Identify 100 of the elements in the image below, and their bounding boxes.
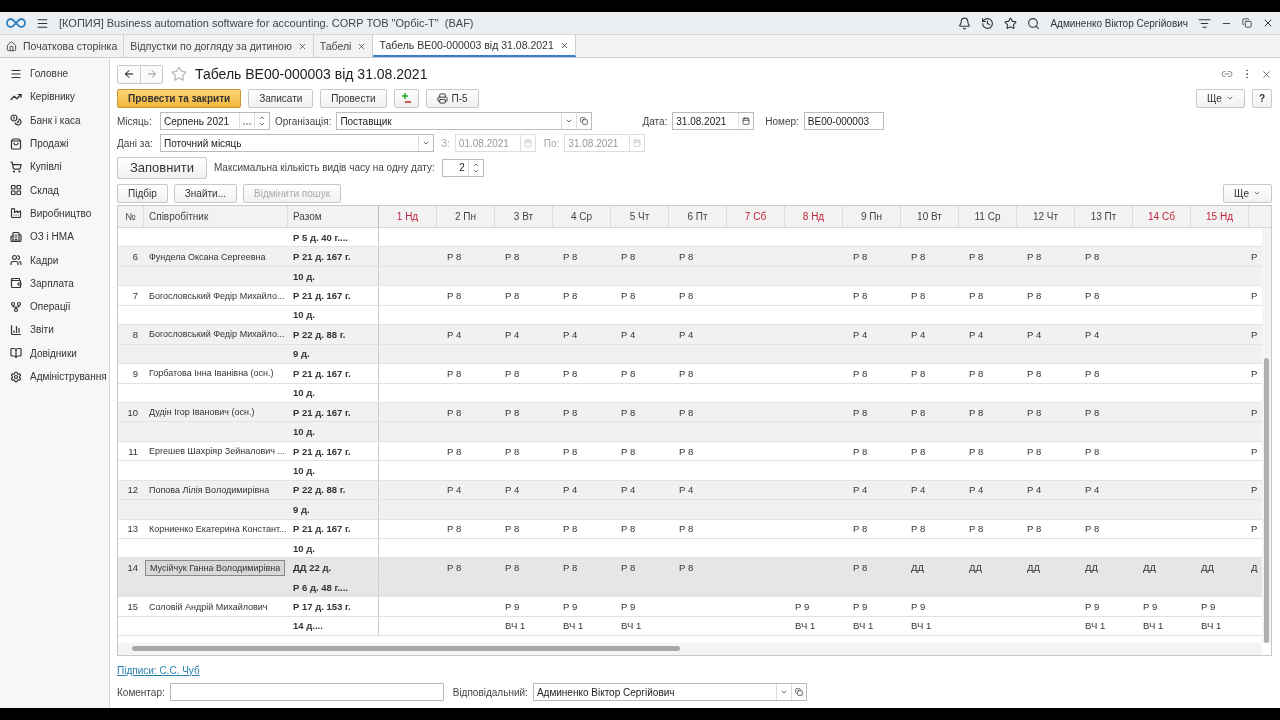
period-label: Дані за: (117, 137, 154, 149)
number-label: Номер: (765, 115, 799, 127)
sidebar-item[interactable]: Керівнику (0, 85, 109, 109)
dropdown-icon[interactable] (565, 117, 574, 125)
table-row[interactable]: 13 Корниенко Екатерина Констант... Р 21 д. 167 г. Р 8 Р 8 Р 8 Р 8 Р 8 Р 8 Р 8 Р 8 Р 8 Р 8 Р (118, 519, 1262, 539)
branch-icon (10, 300, 22, 313)
sidebar-item[interactable]: Виробництво (0, 201, 109, 226)
table-cell: Р 8 (679, 290, 694, 302)
star-icon[interactable] (1004, 16, 1018, 30)
calendar-icon[interactable] (742, 117, 751, 125)
table-row[interactable]: 6 Фундела Оксана Сергеевна Р 21 д. 167 г. Р 8 Р 8 Р 8 Р 8 Р 8 Р 8 Р 8 Р 8 Р 8 Р 8 Р (118, 247, 1262, 267)
table-cell: Р (1251, 523, 1258, 535)
back-button[interactable] (118, 65, 140, 83)
star-icon[interactable] (171, 66, 187, 82)
day-header: 11 Ср (959, 206, 1017, 227)
tab[interactable]: Відпустки по догляду за дитиною (124, 35, 314, 57)
from-field: 01.08.2021 (454, 134, 536, 152)
table-cell: Р 4 (1085, 328, 1100, 340)
sidebar-item[interactable]: Головне (0, 62, 109, 86)
total-cell: Р 22 д. 88 г. (293, 328, 346, 340)
help-button[interactable]: ? (1251, 88, 1272, 108)
more-button[interactable]: Ще (1223, 183, 1272, 203)
caret-icon (1253, 189, 1261, 197)
link-icon[interactable] (1221, 68, 1233, 80)
table-cell: Д (1251, 562, 1258, 574)
sidebar-item[interactable]: Довідники (0, 341, 109, 365)
sidebar-item[interactable]: Операції (0, 294, 109, 319)
table-cell: Р 8 (505, 290, 520, 302)
horizontal-scrollbar[interactable] (118, 643, 1262, 655)
toolbar-button[interactable]: Провести (320, 88, 387, 108)
table-cell: Р 4 (911, 328, 926, 340)
table-row[interactable]: 8 Богословський Федір Михайло... Р 22 д. 88 г. Р 4 Р 4 Р 4 Р 4 Р 4 Р 4 Р 4 Р 4 Р 4 Р 4 Р (118, 325, 1262, 345)
table-cell: Р (1251, 406, 1258, 418)
sidebar-item[interactable]: Кадри (0, 248, 109, 272)
table-cell: Р 8 (447, 290, 462, 302)
total-cell: 10 д. (293, 542, 315, 554)
organization-field[interactable]: Поставщик (336, 112, 593, 130)
bell-icon[interactable] (958, 16, 972, 30)
sidebar-item[interactable]: Склад (0, 178, 109, 202)
date-field[interactable]: 31.08.2021 (672, 112, 755, 130)
filter-icon[interactable] (1198, 16, 1211, 30)
table-row[interactable]: 12 Попова Лілія Володимирівна Р 22 д. 88 г. Р 4 Р 4 Р 4 Р 4 Р 4 Р 4 Р 4 Р 4 Р 4 Р 4 Р (118, 480, 1262, 501)
print-button[interactable]: П-5 (425, 88, 479, 108)
tab[interactable]: Початкова сторінка (0, 35, 125, 57)
table-row[interactable]: 15 Соловій Андрій Михайлович Р 17 д. 153 г. Р 9 Р 9 Р 9 Р 9 Р 9 Р 9 Р 9 Р 9 Р 9 (118, 597, 1262, 617)
dropdown-icon[interactable] (422, 139, 430, 147)
signatures-link[interactable]: Підписи: С.С. Чуб (117, 664, 200, 676)
column-header: № (118, 206, 144, 227)
table-cell: Р 8 (1085, 290, 1100, 302)
close-icon[interactable] (1262, 17, 1274, 29)
sidebar-item[interactable]: ОЗ і НМА (0, 225, 109, 249)
tab[interactable]: Табель BE00-000003 від 31.08.2021 (373, 35, 576, 57)
sidebar-item[interactable]: Адміністрування (0, 364, 109, 389)
table-row[interactable]: 9 Горбатова Інна Іванівна (осн.) Р 21 д. 167 г. Р 8 Р 8 Р 8 Р 8 Р 8 Р 8 Р 8 Р 8 Р 8 Р 8 Р (118, 364, 1262, 384)
table-row[interactable]: 11 Ергешев Шахріяр Зейналович ... Р 21 д. 167 г. Р 8 Р 8 Р 8 Р 8 Р 8 Р 8 Р 8 Р 8 Р 8 Р 8 Р (118, 441, 1262, 462)
organization-label: Організація: (275, 115, 332, 127)
table-cell: Р 4 (1027, 328, 1042, 340)
month-field[interactable]: Серпень 2021 (160, 112, 270, 130)
printer-icon (436, 92, 448, 104)
table-cell: Р 8 (621, 562, 636, 574)
fill-button[interactable]: Заповнити (117, 156, 207, 179)
period-field[interactable]: Поточний місяць (160, 134, 434, 152)
max-types-field[interactable]: 2 (441, 158, 484, 177)
table-button[interactable]: Підбір (117, 183, 168, 203)
responsible-field[interactable]: Админенко Віктор Сергійович (532, 683, 807, 701)
sidebar-item[interactable]: Продажі (0, 131, 109, 156)
toolbar-button[interactable]: Записати (248, 88, 314, 108)
comment-field[interactable] (169, 683, 444, 701)
total-cell: Р 17 д. 153 г. (293, 601, 351, 613)
sidebar-item[interactable]: Звіти (0, 318, 109, 342)
table-cell: Р 8 (969, 251, 984, 263)
date-label: Дата: (642, 115, 668, 127)
table-button[interactable]: Знайти... (173, 183, 237, 203)
row-number: 9 (132, 367, 138, 379)
open-icon[interactable] (580, 117, 589, 125)
sidebar-item[interactable]: Купівлі (0, 155, 109, 179)
day-header: 15 Нд (1191, 206, 1249, 227)
table-cell: Р (1251, 290, 1258, 302)
selected-row[interactable]: 14 Мусійчук Ганна Володимирівна ДД 22 д. Р 8 Р 8 Р 8 Р 8 Р 8 Р 8 ДД ДД ДД ДД ДД ДД Д (118, 558, 1262, 578)
coin-icon (10, 114, 22, 127)
post-close-button[interactable]: Провести та закрити (117, 88, 242, 108)
restore-icon[interactable] (1242, 18, 1252, 28)
dt-kt-button[interactable] (393, 88, 419, 108)
history-icon[interactable] (981, 16, 995, 30)
close-icon[interactable] (559, 40, 569, 50)
more-button[interactable]: Ще (1195, 88, 1245, 108)
menu-icon[interactable] (36, 16, 49, 30)
table-cell: Р 8 (621, 445, 636, 457)
search-icon[interactable] (1027, 16, 1041, 30)
dropdown-icon[interactable] (779, 688, 788, 696)
table-row[interactable]: 10 Дудін Ігор Іванович (осн.) Р 21 д. 167 г. Р 8 Р 8 Р 8 Р 8 Р 8 Р 8 Р 8 Р 8 Р 8 Р 8 Р (118, 402, 1262, 423)
close-icon[interactable] (1261, 68, 1272, 80)
sidebar-item[interactable]: Банк і каса (0, 108, 109, 132)
number-field[interactable]: BE00-000003 (803, 112, 884, 130)
vertical-scrollbar[interactable] (1262, 228, 1271, 643)
table-cell: ВЧ 1 (853, 620, 874, 632)
open-icon[interactable] (794, 688, 803, 696)
table-cell: Р 8 (563, 523, 578, 535)
sidebar-item[interactable]: Зарплата (0, 271, 109, 295)
table-row[interactable]: 7 Богословський Федір Михайло... Р 21 д. 167 г. Р 8 Р 8 Р 8 Р 8 Р 8 Р 8 Р 8 Р 8 Р 8 Р 8 Р (118, 286, 1262, 306)
